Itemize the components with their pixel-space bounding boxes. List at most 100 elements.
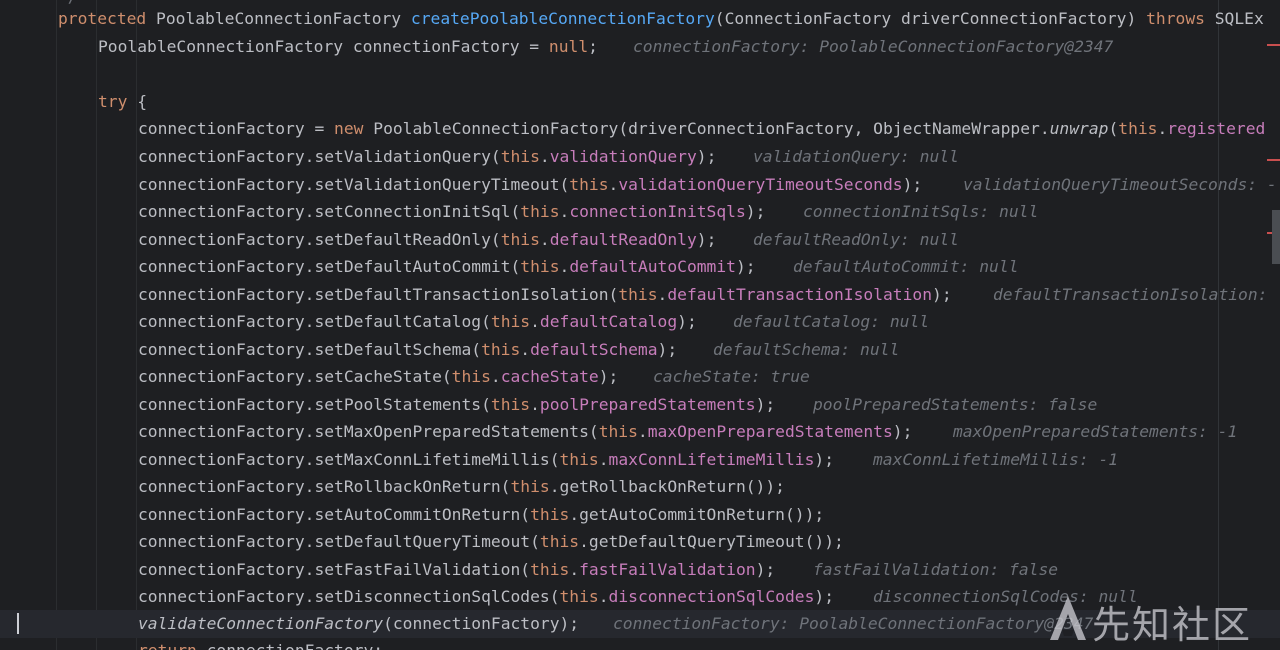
- return-statement: return connectionFactory;: [138, 637, 383, 650]
- this-keyword: this: [618, 284, 658, 304]
- scrollbar-thumb[interactable]: [1272, 210, 1280, 264]
- this-keyword: this: [490, 394, 531, 414]
- statement-end: );: [902, 174, 923, 194]
- code-line[interactable]: connectionFactory.setFastFailValidation(…: [0, 556, 1280, 584]
- field-reference: defaultReadOnly: [549, 229, 697, 249]
- statement-end: );: [735, 257, 756, 276]
- setter-call: connectionFactory.setDefaultSchema(this.…: [138, 336, 677, 364]
- code-line[interactable]: PoolableConnectionFactory connectionFact…: [0, 33, 1280, 61]
- setter-method: connectionFactory.setDefaultQueryTimeout…: [138, 532, 540, 551]
- field-reference: poolPreparedStatements: [539, 394, 756, 414]
- dot: .: [637, 422, 648, 441]
- open-brace: {: [127, 92, 148, 111]
- statement-end: );: [804, 504, 825, 524]
- this-keyword: this: [451, 367, 491, 386]
- setter-method: connectionFactory.setAutoCommitOnReturn(: [138, 504, 531, 524]
- constructor-call: PoolableConnectionFactory(driverConnecti…: [363, 119, 1050, 138]
- this-keyword: this: [530, 559, 570, 579]
- setter-call: connectionFactory.setDisconnectionSqlCod…: [138, 583, 834, 611]
- setter-method: connectionFactory.setDefaultReadOnly(: [138, 229, 501, 249]
- return-value: connectionFactory;: [197, 641, 383, 650]
- statement-end: );: [824, 532, 844, 551]
- field-reference: cacheState: [500, 367, 599, 386]
- this-keyword: this: [559, 587, 599, 606]
- setter-call: connectionFactory.setPoolStatements(this…: [138, 391, 775, 419]
- code-line[interactable]: connectionFactory.setDefaultReadOnly(thi…: [0, 226, 1280, 254]
- code-line[interactable]: connectionFactory.setMaxConnLifetimeMill…: [0, 446, 1280, 474]
- error-stripe-mark[interactable]: [1267, 159, 1280, 161]
- setter-call: connectionFactory.setMaxOpenPreparedStat…: [138, 418, 912, 446]
- inline-debug-hint: validationQueryTimeoutSeconds: -: [963, 174, 1277, 194]
- code-line[interactable]: connectionFactory = new PoolableConnecti…: [0, 115, 1280, 143]
- field-reference: validationQuery: [549, 147, 697, 166]
- code-line[interactable]: connectionFactory.setDefaultQueryTimeout…: [0, 528, 1280, 556]
- setter-call: connectionFactory.setDefaultReadOnly(thi…: [138, 226, 716, 254]
- throws-keyword: throws: [1146, 9, 1205, 28]
- field-reference: registered: [1167, 119, 1266, 138]
- declaration-statement: PoolableConnectionFactory connectionFact…: [98, 33, 598, 61]
- code-line[interactable]: connectionFactory.setValidationQueryTime…: [0, 171, 1280, 199]
- new-keyword: new: [334, 119, 364, 138]
- code-line[interactable]: connectionFactory.setDefaultTransactionI…: [0, 281, 1280, 309]
- code-line[interactable]: connectionFactory.setAutoCommitOnReturn(…: [0, 501, 1280, 529]
- factory-construction: connectionFactory = new PoolableConnecti…: [138, 115, 1265, 143]
- dot: .: [569, 559, 580, 579]
- setter-method: connectionFactory.setMaxConnLifetimeMill…: [138, 449, 560, 469]
- dot: .: [579, 532, 589, 551]
- setter-call: connectionFactory.setAutoCommitOnReturn(…: [138, 501, 824, 529]
- setter-call: connectionFactory.setValidationQuery(thi…: [138, 143, 716, 171]
- try-keyword: try: [98, 92, 128, 111]
- field-reference: disconnectionSqlCodes: [608, 587, 815, 606]
- setter-method: connectionFactory.setCacheState(: [138, 367, 452, 386]
- code-line[interactable]: try {: [0, 88, 1280, 116]
- statement-end: );: [814, 449, 834, 469]
- dot: .: [530, 312, 540, 331]
- code-line[interactable]: connectionFactory.setDefaultAutoCommit(t…: [0, 253, 1280, 281]
- setter-call: connectionFactory.setValidationQueryTime…: [138, 171, 922, 199]
- this-keyword: this: [520, 202, 560, 221]
- dot: .: [608, 174, 619, 194]
- dot: .: [598, 449, 609, 469]
- inline-debug-hint: fastFailValidation: false: [813, 559, 1059, 579]
- setter-method: connectionFactory.setConnectionInitSql(: [138, 202, 521, 221]
- inline-debug-hint: connectionFactory: PoolableConnectionFac…: [633, 37, 1114, 56]
- field-reference: fastFailValidation: [579, 559, 756, 579]
- statement-end: );: [814, 587, 834, 606]
- setter-call: connectionFactory.setDefaultTransactionI…: [138, 281, 952, 309]
- code-line[interactable]: connectionFactory.setCacheState(this.cac…: [0, 363, 1280, 391]
- dot: .: [549, 477, 560, 496]
- modifier-keyword: protected: [58, 9, 147, 28]
- setter-call: connectionFactory.setFastFailValidation(…: [138, 556, 775, 584]
- field-reference: connectionInitSqls: [569, 202, 746, 221]
- error-stripe-mark[interactable]: [1267, 44, 1280, 46]
- inline-debug-hint: connectionInitSqls: null: [803, 202, 1039, 221]
- setter-method: connectionFactory.setValidationQueryTime…: [138, 174, 570, 194]
- setter-method: connectionFactory.setFastFailValidation(: [138, 559, 531, 579]
- statement-end: );: [657, 339, 678, 359]
- code-line[interactable]: connectionFactory.setDefaultCatalog(this…: [0, 308, 1280, 336]
- code-editor[interactable]: */ protected PoolableConnectionFactory c…: [0, 0, 1280, 650]
- setter-method: connectionFactory.setValidationQuery(: [138, 147, 501, 166]
- code-line[interactable]: connectionFactory.setDefaultSchema(this.…: [0, 336, 1280, 364]
- dot: .: [539, 229, 550, 249]
- code-line[interactable]: protected PoolableConnectionFactory crea…: [0, 5, 1280, 33]
- setter-method: connectionFactory.setDefaultTransactionI…: [138, 284, 619, 304]
- statement-end: );: [677, 312, 697, 331]
- this-keyword: this: [500, 229, 540, 249]
- statement-end: );: [745, 202, 766, 221]
- watermark-text: 先知社区: [1092, 603, 1253, 647]
- inline-debug-hint: defaultCatalog: null: [733, 312, 930, 331]
- this-keyword: this: [520, 257, 560, 276]
- code-line[interactable]: connectionFactory.setValidationQuery(thi…: [0, 143, 1280, 171]
- dot: .: [520, 339, 531, 359]
- code-line[interactable]: connectionFactory.setPoolStatements(this…: [0, 391, 1280, 419]
- setter-call: connectionFactory.setDefaultQueryTimeout…: [138, 528, 844, 556]
- dot: .: [569, 504, 580, 524]
- code-line[interactable]: connectionFactory.setMaxOpenPreparedStat…: [0, 418, 1280, 446]
- code-line[interactable]: connectionFactory.setConnectionInitSql(t…: [0, 198, 1280, 226]
- inline-debug-hint: defaultAutoCommit: null: [793, 257, 1019, 276]
- setter-call: connectionFactory.setRollbackOnReturn(th…: [138, 473, 785, 501]
- validate-args: (connectionFactory);: [383, 614, 580, 633]
- field-reference: validationQueryTimeoutSeconds: [618, 174, 903, 194]
- code-line[interactable]: connectionFactory.setRollbackOnReturn(th…: [0, 473, 1280, 501]
